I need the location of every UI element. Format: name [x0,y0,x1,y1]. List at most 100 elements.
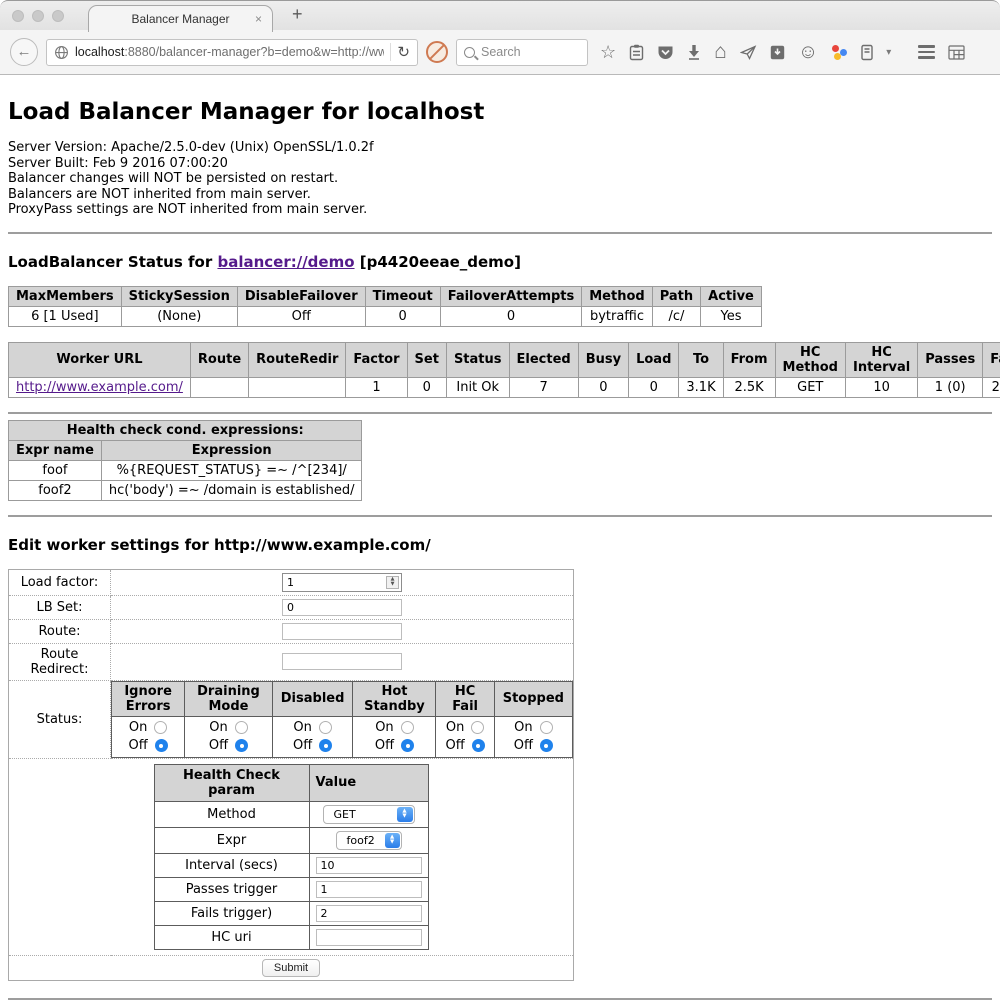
col-hot-standby: Hot Standby [353,681,436,716]
back-button[interactable]: ← [10,38,38,66]
hot-standby-off-radio[interactable] [401,739,414,752]
download-arrow-icon[interactable] [687,44,701,60]
overflow-caret-icon[interactable]: ▾ [886,47,891,58]
val-set: 0 [407,377,446,397]
extension-colordots-icon[interactable] [831,44,848,61]
table-row: foof2 hc('body') =~ /domain is establish… [9,480,362,500]
health-check-param-table: Health Check param Value Method GET▲▼ Ex… [154,764,429,950]
number-spinner-icon[interactable]: ▲▼ [386,576,399,589]
pocket-icon[interactable] [657,45,674,60]
load-factor-input[interactable] [282,573,402,592]
form-row: LB Set: [9,595,574,619]
val-load: 0 [629,377,679,397]
hc-fail-on-radio[interactable] [471,721,484,734]
send-tab-icon[interactable] [740,45,757,60]
submit-button[interactable]: Submit [262,959,320,977]
disabled-off-radio[interactable] [319,739,332,752]
disabled-on-radio[interactable] [319,721,332,734]
passes-trigger-input[interactable] [316,881,422,898]
window-zoom-button[interactable] [52,10,64,22]
feedback-smiley-icon[interactable]: ☺ [798,43,818,61]
menu-hamburger-icon[interactable] [918,45,935,59]
browser-tab[interactable]: Balancer Manager × [88,5,273,32]
col-stickysession: StickySession [121,286,237,306]
table-row: Expr foof2▲▼ [154,827,428,853]
adblock-disabled-icon[interactable] [426,41,448,63]
heading-prefix: LoadBalancer Status for [8,253,217,271]
clipboard-icon[interactable] [629,44,644,61]
off-label: Off [375,737,394,755]
lb-set-input[interactable] [282,599,402,616]
page-title: Load Balancer Manager for localhost [8,99,992,125]
table-row: Method GET▲▼ [154,801,428,827]
hot-standby-on-radio[interactable] [401,721,414,734]
load-factor-label: Load factor: [9,569,111,595]
notes-icon[interactable] [861,44,873,61]
bookmark-star-icon[interactable]: ☆ [600,43,616,61]
stopped-off-radio[interactable] [540,739,553,752]
val-stickysession: (None) [121,306,237,326]
interval-input[interactable] [316,857,422,874]
method-select[interactable]: GET▲▼ [323,805,415,824]
val-route [190,377,248,397]
balancer-demo-link[interactable]: balancer://demo [217,253,354,271]
hc-expr-title: Health check cond. expressions: [9,420,362,440]
window-minimize-button[interactable] [32,10,44,22]
form-row: Load factor: ▲▼ [9,569,574,595]
on-label: On [446,719,464,737]
hc-fail-cell: On Off [436,716,494,757]
worker-url-link[interactable]: http://www.example.com/ [16,380,183,395]
col-maxmembers: MaxMembers [9,286,122,306]
col-hc-fail: HC Fail [436,681,494,716]
on-label: On [375,719,393,737]
table-row: HC uri [154,925,428,949]
hc-fail-off-radio[interactable] [472,739,485,752]
disabled-cell: On Off [272,716,353,757]
ignore-errors-on-radio[interactable] [154,721,167,734]
col-passes: Passes [918,342,983,377]
val-busy: 0 [578,377,628,397]
val-routeredir [249,377,346,397]
col-set: Set [407,342,446,377]
tile-grid-icon[interactable] [948,45,965,60]
col-hc-interval: HC Interval [845,342,917,377]
status-label: Status: [9,680,111,758]
table-header-row: MaxMembers StickySession DisableFailover… [9,286,762,306]
col-method: Method [582,286,652,306]
col-disabled: Disabled [272,681,353,716]
draining-mode-on-radio[interactable] [235,721,248,734]
draining-mode-off-radio[interactable] [235,739,248,752]
divider [8,412,992,414]
url-bar[interactable]: localhost:8880/balancer-manager?b=demo&w… [46,39,418,66]
expr-select[interactable]: foof2▲▼ [336,831,402,850]
hc-uri-label: HC uri [154,925,309,949]
ignore-errors-off-radio[interactable] [155,739,168,752]
tab-close-icon[interactable]: × [255,12,262,26]
table-row: foof %{REQUEST_STATUS} =~ /^[234]/ [9,460,362,480]
url-text[interactable]: localhost:8880/balancer-manager?b=demo&w… [75,45,384,59]
form-row: Route: [9,619,574,643]
route-redirect-input[interactable] [282,653,402,670]
route-input[interactable] [282,623,402,640]
hc-expressions-table: Health check cond. expressions: Expr nam… [8,420,362,501]
home-icon[interactable]: ⌂ [714,43,727,61]
col-from: From [723,342,775,377]
col-active: Active [701,286,762,306]
val-maxmembers: 6 [1 Used] [9,306,122,326]
new-tab-button[interactable]: + [292,4,303,25]
stopped-on-radio[interactable] [540,721,553,734]
col-status: Status [446,342,509,377]
window-close-button[interactable] [12,10,24,22]
method-label: Method [154,801,309,827]
reload-icon[interactable]: ↻ [397,45,410,60]
save-panel-icon[interactable] [770,45,785,60]
urlbar-divider [390,43,391,61]
val-passes: 1 (0) [918,377,983,397]
val-status: Init Ok [446,377,509,397]
val-fails: 2 (0) [983,377,1000,397]
form-row: Submit [9,955,574,980]
hc-uri-input[interactable] [316,929,422,946]
search-bar[interactable]: Search [456,39,588,66]
fails-trigger-input[interactable] [316,905,422,922]
expr-value: hc('body') =~ /domain is established/ [101,480,362,500]
